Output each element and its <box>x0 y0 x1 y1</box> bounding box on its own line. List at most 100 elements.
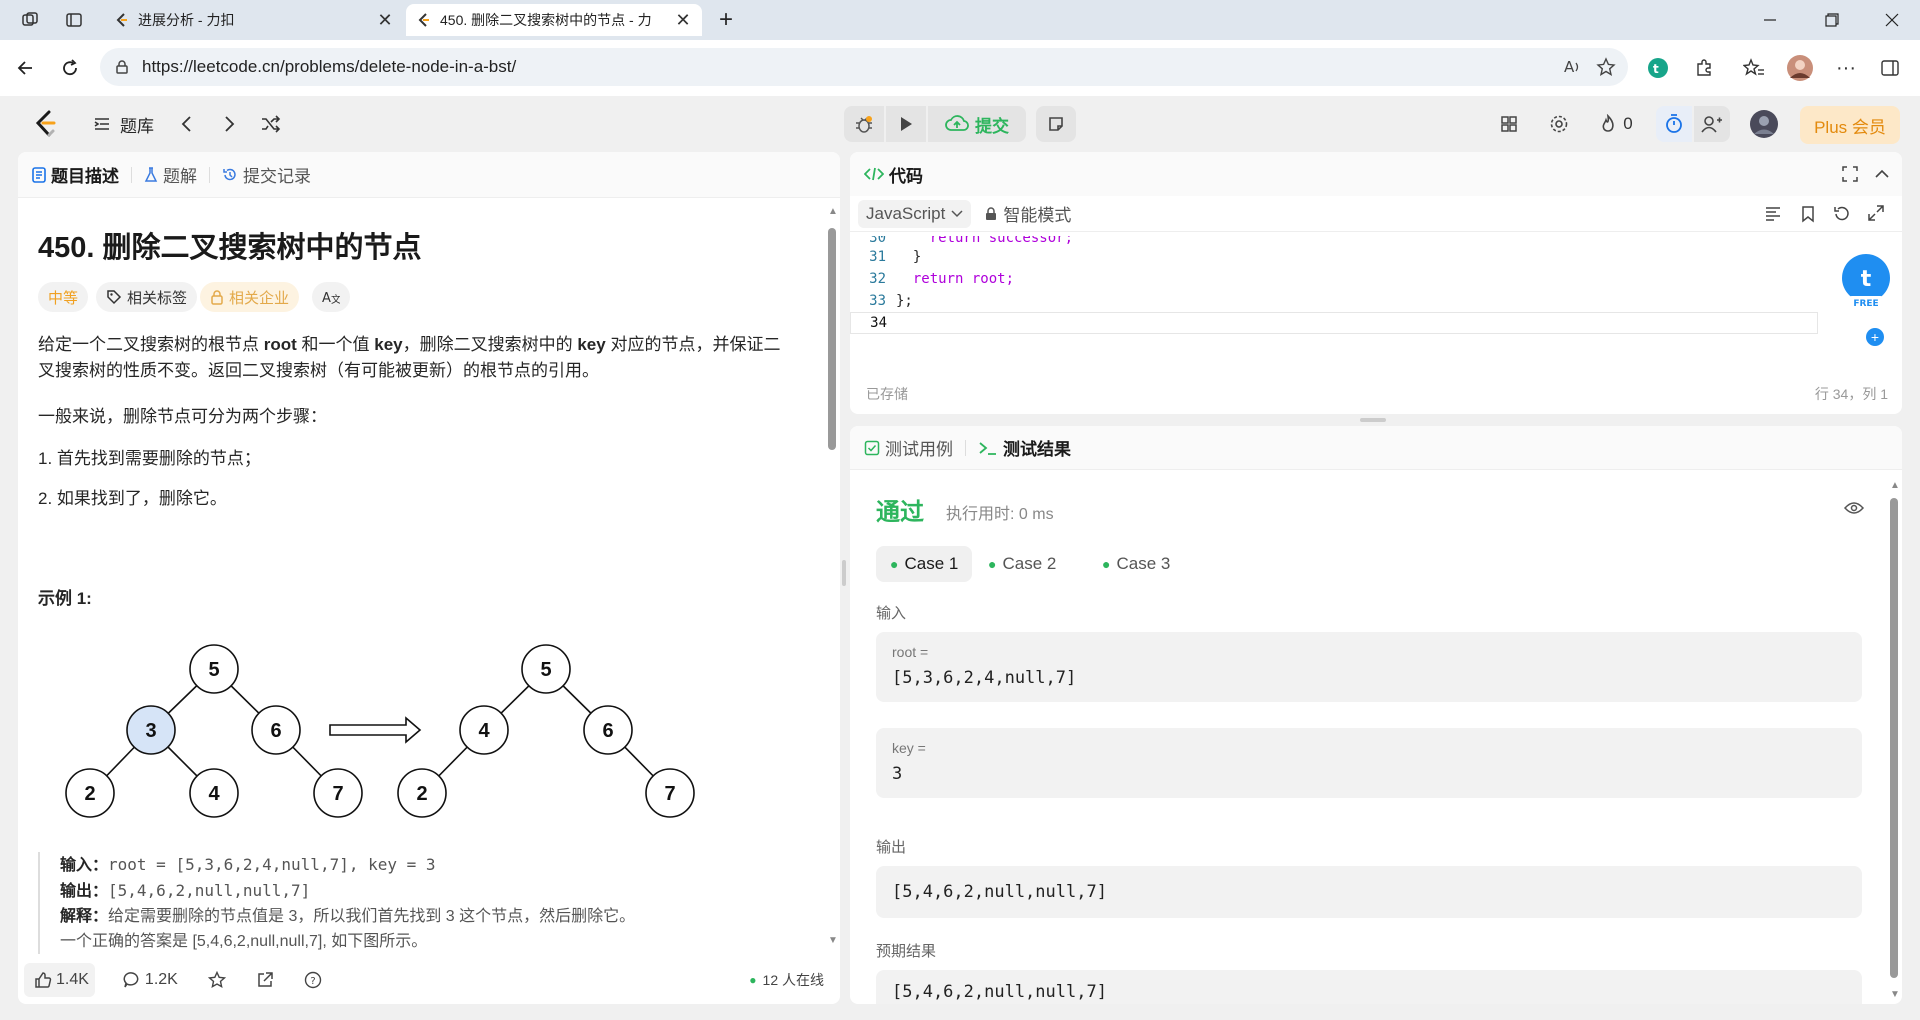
new-tab-icon[interactable]: + <box>708 2 744 38</box>
example-explanation-label: 解释： <box>60 908 109 925</box>
streak-counter[interactable]: 0 <box>1594 106 1638 142</box>
format-icon[interactable] <box>1764 205 1782 223</box>
related-companies-button[interactable]: 相关企业 <box>200 282 300 312</box>
close-tab-icon[interactable]: ✕ <box>376 10 394 31</box>
more-menu-icon[interactable]: ··· <box>1828 50 1864 86</box>
notes-button[interactable] <box>1036 106 1076 142</box>
minimize-icon[interactable] <box>1752 2 1788 38</box>
settings-gear-icon[interactable] <box>1542 106 1576 142</box>
add-icon[interactable]: + <box>1866 328 1884 346</box>
share-icon[interactable] <box>250 963 280 997</box>
restore-icon[interactable] <box>1814 2 1850 38</box>
svg-text:A: A <box>1564 58 1575 76</box>
example-box: 输入：root = [5,3,6,2,4,null,7], key = 3 输出… <box>38 852 818 954</box>
description-panel: 题目描述 题解 提交记录 450. 删除二叉搜索树中的节点 中等 相关标签 相关… <box>18 152 840 1004</box>
play-icon <box>898 115 914 133</box>
workspaces-icon[interactable] <box>12 2 48 38</box>
extensions-puzzle-icon[interactable] <box>1686 50 1722 86</box>
code-line: 33}; <box>850 290 1902 312</box>
case-tab-3[interactable]: ● Case 3 <box>1088 546 1184 582</box>
reload-icon[interactable] <box>52 50 88 86</box>
prev-problem-icon[interactable] <box>172 106 202 142</box>
smart-mode-toggle[interactable]: 智能模式 <box>985 201 1071 226</box>
scroll-up-icon[interactable]: ▲ <box>828 206 838 217</box>
document-icon <box>32 166 51 183</box>
expected-value: [5,4,6,2,null,null,7] <box>892 982 1107 1002</box>
case-tab-2[interactable]: ● Case 2 <box>974 546 1070 582</box>
sidebar-toggle-icon[interactable] <box>1872 50 1908 86</box>
submit-button[interactable]: 提交 <box>928 106 1026 142</box>
result-scrollbar[interactable]: ▲ ▼ <box>1890 480 1900 1000</box>
next-problem-icon[interactable] <box>214 106 244 142</box>
horizontal-resize-handle[interactable] <box>1360 418 1386 422</box>
language-select[interactable]: JavaScript <box>858 199 972 228</box>
translate-icon[interactable]: A文 <box>312 282 350 312</box>
divider <box>131 166 132 183</box>
terminal-icon <box>978 440 1003 456</box>
scrollbar-thumb[interactable] <box>1890 498 1898 978</box>
extension-translate-icon[interactable]: t <box>1640 50 1676 86</box>
related-tags-button[interactable]: 相关标签 <box>96 282 198 312</box>
runtime-label: 执行用时: 0 ms <box>946 506 1054 523</box>
code-editor[interactable]: 30 return successor; 31 } 32 return root… <box>850 236 1902 334</box>
comments-button[interactable]: 1.2K <box>113 963 184 997</box>
scrollbar-thumb[interactable] <box>828 228 836 450</box>
case-tab-1[interactable]: ● Case 1 <box>876 546 973 582</box>
tab-test-result[interactable]: 测试结果 <box>978 435 1071 460</box>
problem-list-label: 题库 <box>120 116 154 136</box>
reset-icon[interactable] <box>1832 205 1850 223</box>
tab-code[interactable]: 代码 <box>864 162 923 187</box>
vertical-resize-handle[interactable] <box>842 560 846 586</box>
help-icon[interactable]: ? <box>298 963 328 997</box>
like-button[interactable]: 1.4K <box>24 963 95 997</box>
arrow-right-icon <box>329 716 422 744</box>
timer-icon[interactable] <box>1656 106 1692 142</box>
star-icon[interactable] <box>202 963 232 997</box>
tab-testcases[interactable]: 测试用例 <box>864 435 953 460</box>
random-problem-icon[interactable] <box>256 106 286 142</box>
back-icon[interactable] <box>8 50 44 86</box>
translate-extension-float[interactable]: t FREE <box>1836 252 1896 312</box>
leetcode-logo-icon <box>114 12 130 28</box>
add-friend-icon[interactable] <box>1694 106 1730 142</box>
profile-avatar[interactable] <box>1782 50 1818 86</box>
browser-tab-progress[interactable]: 进展分析 - 力扣 ✕ <box>104 4 404 36</box>
layout-icon[interactable] <box>1492 106 1526 142</box>
favorites-icon[interactable] <box>1736 50 1772 86</box>
node-label: 6 <box>602 720 613 742</box>
close-tab-icon[interactable]: ✕ <box>674 10 692 31</box>
close-window-icon[interactable] <box>1874 2 1910 38</box>
line-number: 32 <box>869 271 886 287</box>
fullscreen-icon[interactable] <box>1842 166 1858 182</box>
user-avatar[interactable] <box>1746 106 1782 142</box>
tab-actions-icon[interactable] <box>56 2 92 38</box>
scroll-down-icon[interactable]: ▼ <box>1890 989 1900 1000</box>
tab-submissions[interactable]: 提交记录 <box>222 162 311 187</box>
language-label: JavaScript <box>866 203 946 223</box>
collapse-icon[interactable] <box>1874 166 1890 182</box>
free-badge: FREE <box>1853 299 1878 309</box>
problem-list-button[interactable]: 题库 <box>88 106 158 142</box>
debug-button[interactable] <box>844 106 884 142</box>
eye-icon[interactable] <box>1844 500 1864 516</box>
output-box: [5,4,6,2,null,null,7] <box>876 866 1862 918</box>
leetcode-logo-icon[interactable] <box>28 106 64 142</box>
description-scrollbar[interactable]: ▲ ▼ <box>828 206 838 946</box>
bookmark-icon[interactable] <box>1800 205 1816 223</box>
scroll-down-icon[interactable]: ▼ <box>828 935 838 946</box>
desc-text: 给定一个二叉搜索树的根节点 <box>38 335 264 354</box>
run-button[interactable] <box>886 106 926 142</box>
scroll-up-icon[interactable]: ▲ <box>1890 480 1900 491</box>
plus-member-button[interactable]: Plus 会员 <box>1800 106 1900 144</box>
tab-description[interactable]: 题目描述 <box>32 162 119 187</box>
read-aloud-icon[interactable]: A <box>1562 57 1582 77</box>
description-tabs: 题目描述 题解 提交记录 <box>18 152 840 198</box>
expand-icon[interactable] <box>1868 205 1884 221</box>
address-bar[interactable]: https://leetcode.cn/problems/delete-node… <box>100 48 1628 86</box>
browser-tab-problem[interactable]: 450. 删除二叉搜索树中的节点 - 力 ✕ <box>406 4 702 36</box>
svg-text:t: t <box>1653 62 1659 76</box>
tab-solutions[interactable]: 题解 <box>144 162 197 187</box>
case-label: Case 3 <box>1116 554 1171 573</box>
online-count: ● 12 人在线 <box>749 970 824 990</box>
favorite-star-icon[interactable] <box>1596 57 1616 77</box>
